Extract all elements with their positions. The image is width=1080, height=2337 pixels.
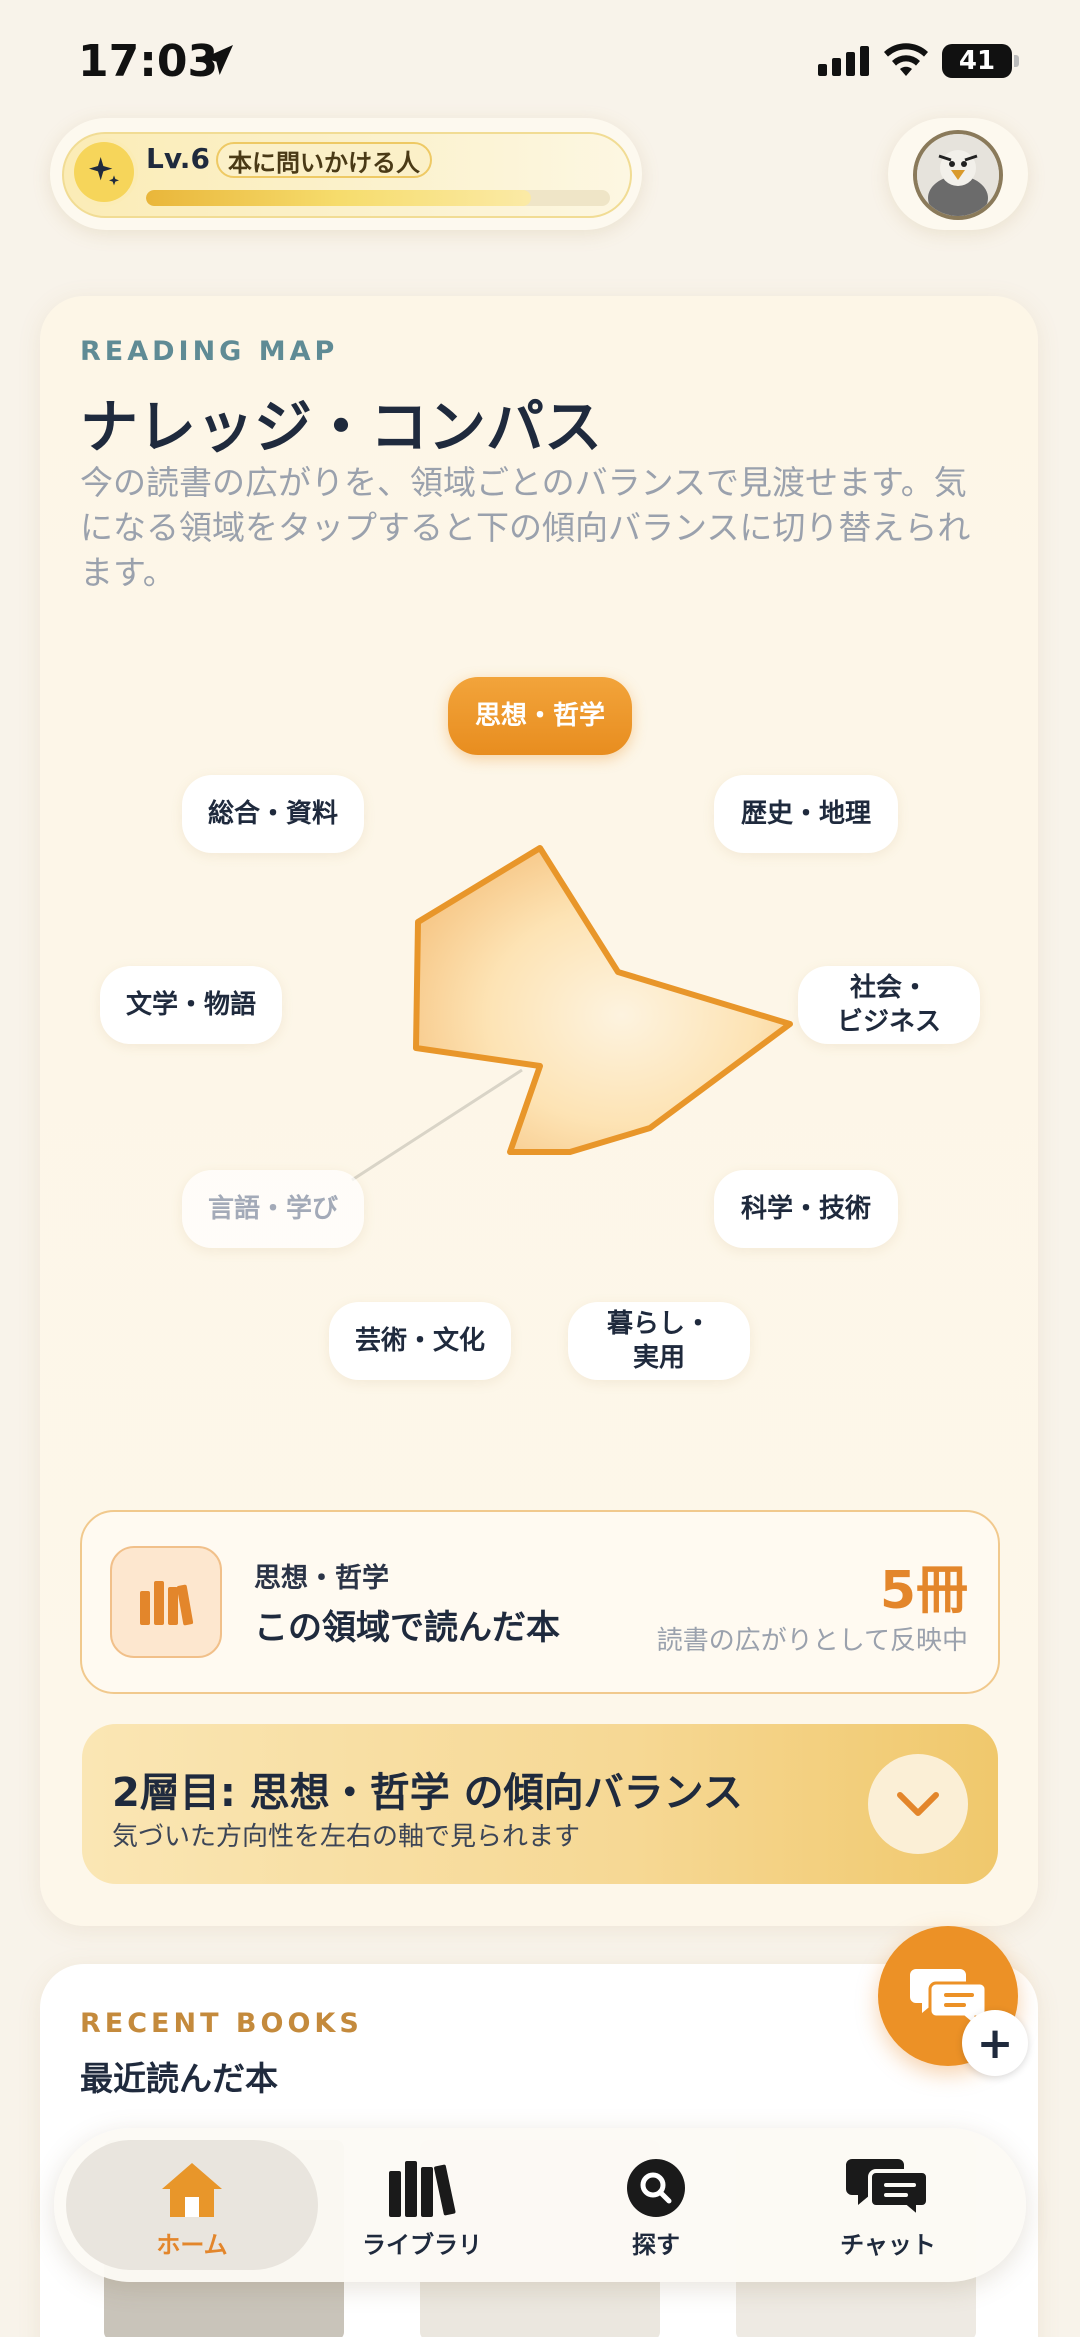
level-progress-bar: [146, 190, 610, 206]
radar-shape: [413, 845, 793, 1155]
books-count: 5冊: [879, 1561, 968, 1621]
page-title: ナレッジ・コンパス: [80, 393, 603, 461]
recent-title: 最近読んだ本: [80, 2059, 278, 2098]
category-chip-general[interactable]: 総合・資料: [182, 775, 364, 853]
category-chip-lifestyle[interactable]: 暮らし・ 実用: [568, 1302, 750, 1380]
library-icon: [389, 2161, 456, 2217]
home-icon: [162, 2163, 222, 2217]
tab-label: チャット: [840, 2231, 936, 2259]
recent-eyebrow: RECENT BOOKS: [80, 2008, 363, 2039]
radar-axis-line: [351, 1068, 523, 1182]
level-label: Lv.6: [146, 142, 210, 175]
wifi-icon: [884, 43, 928, 76]
chevron-down-icon[interactable]: [868, 1754, 968, 1854]
level-title-badge: 本に問いかける人: [216, 142, 432, 178]
category-chip-philosophy[interactable]: 思想・哲学: [448, 677, 632, 755]
tab-library[interactable]: ライブラリ: [322, 2150, 522, 2260]
category-chip-literature[interactable]: 文学・物語: [100, 966, 282, 1044]
tab-chat[interactable]: チャット: [788, 2150, 988, 2260]
category-chip-arts[interactable]: 芸術・文化: [329, 1302, 511, 1380]
books-icon: [110, 1546, 222, 1658]
tab-label: ライブラリ: [362, 2231, 482, 2259]
plus-icon[interactable]: +: [962, 2010, 1028, 2076]
count-note: 読書の広がりとして反映中: [656, 1626, 968, 1656]
battery-indicator: 41: [942, 44, 1019, 78]
category-chip-language[interactable]: 言語・学び: [182, 1170, 364, 1248]
tab-label: ホーム: [156, 2231, 228, 2259]
location-arrow-icon: [203, 45, 233, 75]
tab-home[interactable]: ホーム: [92, 2150, 292, 2260]
map-description: 今の読書の広がりを、領域ごとのバランスで見渡せます。気になる領域をタップすると下…: [80, 463, 971, 592]
count-title: この領域で読んだ本: [254, 1608, 560, 1648]
category-chip-history[interactable]: 歴史・地理: [714, 775, 898, 853]
tendency-balance-subtitle: 気づいた方向性を左右の軸で見られます: [112, 1822, 581, 1852]
section-eyebrow: READING MAP: [80, 336, 339, 367]
category-chip-business[interactable]: 社会・ ビジネス: [798, 966, 980, 1044]
tab-search[interactable]: 探す: [556, 2150, 756, 2260]
tab-label: 探す: [632, 2231, 680, 2259]
level-progress-fill: [146, 190, 532, 206]
count-category: 思想・哲学: [254, 1563, 389, 1594]
avatar[interactable]: [913, 130, 1003, 220]
search-icon: [627, 2159, 685, 2217]
sparkle-icon: [74, 142, 134, 202]
chat-icon: [846, 2159, 930, 2219]
cellular-signal-icon: [818, 46, 869, 76]
category-chip-science[interactable]: 科学・技術: [714, 1170, 898, 1248]
tendency-balance-title: 2層目: 思想・哲学 の傾向バランス: [112, 1770, 743, 1816]
